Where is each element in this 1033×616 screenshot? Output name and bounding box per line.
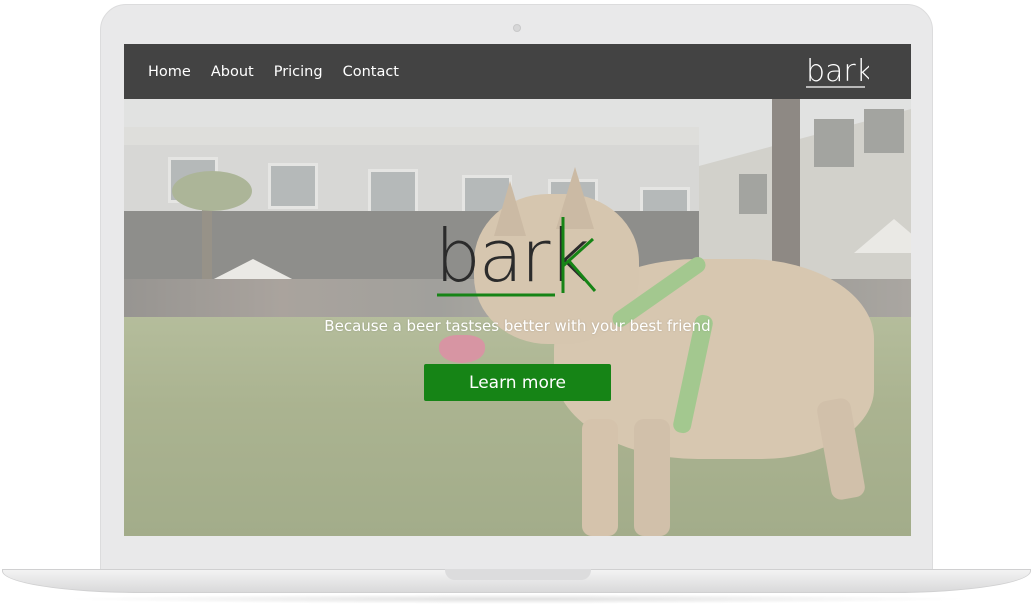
hero-logo: bark [435, 211, 605, 303]
screen: Home About Pricing Contact bark bark Bec… [124, 44, 911, 536]
hero-content: bark Because a beer tastses better with … [124, 99, 911, 536]
learn-more-button[interactable]: Learn more [424, 364, 611, 401]
nav-link-contact[interactable]: Contact [343, 64, 399, 80]
nav-link-pricing[interactable]: Pricing [274, 64, 323, 80]
navbar: Home About Pricing Contact bark [124, 44, 911, 99]
hero-tagline: Because a beer tastses better with your … [324, 317, 711, 335]
nav-links: Home About Pricing Contact [148, 44, 399, 99]
hero-logo-text: bark [435, 214, 588, 298]
nav-link-home[interactable]: Home [148, 64, 191, 80]
laptop-notch [445, 569, 591, 580]
nav-logo[interactable]: bark [805, 53, 873, 95]
nav-logo-text: bark [806, 54, 869, 89]
laptop-shadow [60, 594, 973, 604]
nav-link-about[interactable]: About [211, 64, 254, 80]
camera-icon [513, 24, 521, 32]
